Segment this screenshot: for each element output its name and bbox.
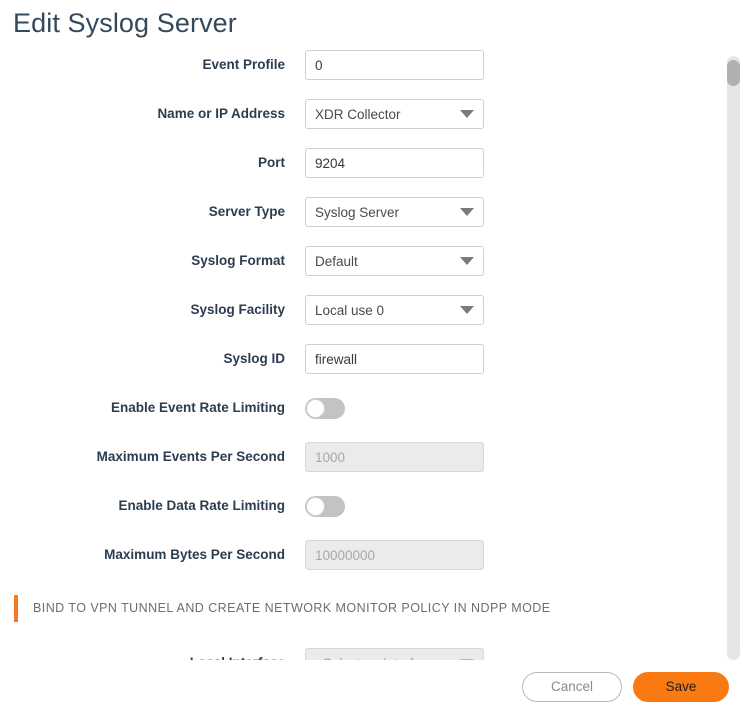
section-header-bind-vpn-tunnel: BIND TO VPN TUNNEL AND CREATE NETWORK MO…: [0, 594, 727, 622]
section-accent-bar: [14, 595, 18, 622]
label-event-profile: Event Profile: [202, 57, 285, 72]
form-row-syslog-facility: Syslog Facility Local use 0: [0, 295, 727, 325]
label-name-or-ip-address: Name or IP Address: [157, 106, 285, 121]
toggle-knob: [306, 398, 325, 418]
field-wrap-enable-event-rate-limiting: [305, 397, 345, 419]
vertical-scrollbar-thumb[interactable]: [727, 60, 740, 86]
cancel-button[interactable]: Cancel: [522, 671, 622, 702]
field-wrap-syslog-facility: Local use 0: [305, 295, 484, 325]
label-server-type: Server Type: [208, 204, 285, 219]
chevron-down-icon: [460, 208, 474, 216]
label-maximum-bytes-per-second: Maximum Bytes Per Second: [104, 547, 285, 562]
form-row-server-type: Server Type Syslog Server: [0, 197, 727, 227]
field-wrap-enable-data-rate-limiting: [305, 495, 345, 517]
form-row-event-profile: Event Profile: [0, 50, 727, 80]
form-row-enable-event-rate-limiting: Enable Event Rate Limiting: [0, 393, 727, 423]
toggle-enable-data-rate-limiting[interactable]: [305, 495, 345, 517]
input-maximum-bytes-per-second: [305, 540, 484, 570]
input-syslog-id[interactable]: [305, 344, 484, 374]
label-syslog-facility: Syslog Facility: [190, 302, 285, 317]
input-event-profile[interactable]: [305, 50, 484, 80]
select-value-name-or-ip-address: XDR Collector: [315, 106, 401, 122]
input-port[interactable]: [305, 148, 484, 178]
field-wrap-maximum-bytes-per-second: [305, 540, 484, 570]
select-value-syslog-format: Default: [315, 253, 358, 269]
field-wrap-port: [305, 148, 484, 178]
form-row-syslog-format: Syslog Format Default: [0, 246, 727, 276]
section-title: BIND TO VPN TUNNEL AND CREATE NETWORK MO…: [33, 601, 551, 615]
chevron-down-icon: [460, 306, 474, 314]
edit-syslog-server-dialog: Edit Syslog Server Event Profile Name or …: [0, 0, 743, 713]
form-scroll-viewport[interactable]: Event Profile Name or IP Address XDR Colle…: [0, 50, 743, 662]
form-row-enable-data-rate-limiting: Enable Data Rate Limiting: [0, 491, 727, 521]
form-row-name-or-ip-address: Name or IP Address XDR Collector: [0, 99, 727, 129]
vertical-scrollbar-track[interactable]: [727, 56, 740, 660]
label-syslog-format: Syslog Format: [191, 253, 285, 268]
label-enable-data-rate-limiting: Enable Data Rate Limiting: [118, 498, 285, 513]
form-area: Event Profile Name or IP Address XDR Colle…: [0, 50, 727, 662]
select-value-syslog-facility: Local use 0: [315, 302, 385, 318]
field-wrap-syslog-id: [305, 344, 484, 374]
field-wrap-server-type: Syslog Server: [305, 197, 484, 227]
form-row-maximum-events-per-second: Maximum Events Per Second: [0, 442, 727, 472]
field-wrap-event-profile: [305, 50, 484, 80]
select-value-server-type: Syslog Server: [315, 204, 400, 220]
chevron-down-icon: [460, 110, 474, 118]
field-wrap-syslog-format: Default: [305, 246, 484, 276]
page-title: Edit Syslog Server: [13, 8, 237, 38]
label-syslog-id: Syslog ID: [223, 351, 285, 366]
label-maximum-events-per-second: Maximum Events Per Second: [96, 449, 285, 464]
input-maximum-events-per-second: [305, 442, 484, 472]
toggle-knob: [306, 496, 325, 516]
select-server-type[interactable]: Syslog Server: [305, 197, 484, 227]
form-row-maximum-bytes-per-second: Maximum Bytes Per Second: [0, 540, 727, 570]
select-syslog-format[interactable]: Default: [305, 246, 484, 276]
form-row-syslog-id: Syslog ID: [0, 344, 727, 374]
select-name-or-ip-address[interactable]: XDR Collector: [305, 99, 484, 129]
dialog-footer: Cancel Save: [0, 660, 743, 713]
toggle-enable-event-rate-limiting[interactable]: [305, 397, 345, 419]
save-button[interactable]: Save: [633, 671, 729, 702]
chevron-down-icon: [460, 257, 474, 265]
select-syslog-facility[interactable]: Local use 0: [305, 295, 484, 325]
label-enable-event-rate-limiting: Enable Event Rate Limiting: [110, 400, 285, 415]
field-wrap-name-or-ip-address: XDR Collector: [305, 99, 484, 129]
form-row-port: Port: [0, 148, 727, 178]
field-wrap-maximum-events-per-second: [305, 442, 484, 472]
label-port: Port: [258, 155, 285, 170]
